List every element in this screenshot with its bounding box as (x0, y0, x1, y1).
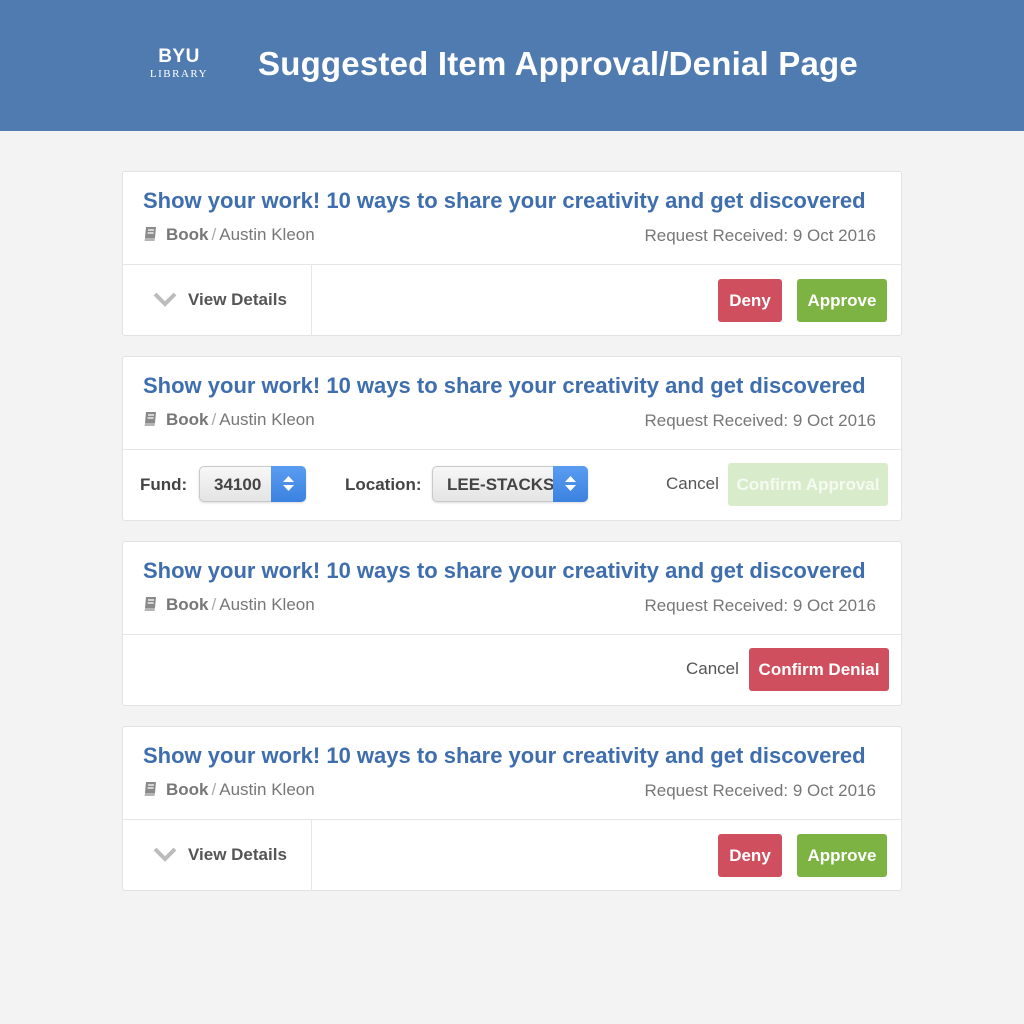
card-actions: View Details Deny Approve (123, 820, 901, 891)
item-meta: Book / Austin Kleon (143, 779, 315, 801)
meta-separator: / (211, 410, 217, 429)
cancel-button[interactable]: Cancel (686, 658, 739, 680)
item-author: Austin Kleon (219, 780, 315, 799)
item-title-link[interactable]: Show your work! 10 ways to share your cr… (143, 556, 866, 586)
fund-select-value: 34100 (214, 475, 262, 494)
logo-main-text: BYU (158, 46, 200, 67)
logo-sub-text: LIBRARY (149, 68, 209, 80)
item-title-link[interactable]: Show your work! 10 ways to share your cr… (143, 371, 866, 401)
book-icon (144, 227, 156, 241)
deny-button[interactable]: Deny (718, 834, 782, 877)
book-icon (144, 782, 156, 796)
item-type: Book (166, 780, 209, 799)
item-meta: Book / Austin Kleon (143, 594, 315, 616)
book-icon (144, 597, 156, 611)
denial-form: Cancel Confirm Denial (123, 635, 901, 705)
item-meta: Book / Austin Kleon (143, 224, 315, 246)
location-label: Location: (345, 475, 422, 494)
request-received-date: Request Received: 9 Oct 2016 (644, 411, 876, 430)
view-details-label: View Details (188, 290, 287, 309)
page-title: Suggested Item Approval/Denial Page (258, 45, 858, 82)
request-card: Show your work! 10 ways to share your cr… (122, 541, 902, 706)
view-details-label: View Details (188, 845, 287, 864)
item-title-link[interactable]: Show your work! 10 ways to share your cr… (143, 741, 866, 771)
item-type: Book (166, 225, 209, 244)
request-received-date: Request Received: 9 Oct 2016 (644, 596, 876, 615)
meta-separator: / (211, 780, 217, 799)
fund-select[interactable]: 34100 (199, 466, 306, 502)
page-header: BYU LIBRARY Suggested Item Approval/Deni… (0, 0, 1024, 131)
book-icon (144, 412, 156, 426)
confirm-denial-button[interactable]: Confirm Denial (749, 648, 889, 691)
item-type: Book (166, 410, 209, 429)
deny-button[interactable]: Deny (718, 279, 782, 322)
request-received-date: Request Received: 9 Oct 2016 (644, 226, 876, 245)
fund-label: Fund: (140, 475, 188, 494)
chevron-down-icon (153, 847, 177, 862)
item-type: Book (166, 595, 209, 614)
view-details-toggle[interactable]: View Details (123, 265, 312, 336)
item-author: Austin Kleon (219, 225, 315, 244)
request-card: Show your work! 10 ways to share your cr… (122, 356, 902, 521)
approve-button[interactable]: Approve (797, 279, 887, 322)
cancel-button[interactable]: Cancel (666, 473, 719, 495)
item-title-link[interactable]: Show your work! 10 ways to share your cr… (143, 186, 866, 216)
request-card: Show your work! 10 ways to share your cr… (122, 171, 902, 336)
card-actions: View Details Deny Approve (123, 265, 901, 336)
byu-library-logo[interactable]: BYU LIBRARY (146, 47, 212, 81)
item-author: Austin Kleon (219, 410, 315, 429)
chevron-down-icon (153, 292, 177, 307)
location-select-value: LEE-STACKS (447, 475, 555, 494)
select-arrows-icon (553, 466, 588, 502)
item-author: Austin Kleon (219, 595, 315, 614)
location-select[interactable]: LEE-STACKS (432, 466, 588, 502)
meta-separator: / (211, 225, 217, 244)
select-arrows-icon (271, 466, 306, 502)
approve-button[interactable]: Approve (797, 834, 887, 877)
item-meta: Book / Austin Kleon (143, 409, 315, 431)
approval-form: Fund: 34100 Location: LEE-STACKS Cancel … (123, 450, 901, 520)
meta-separator: / (211, 595, 217, 614)
confirm-approval-button[interactable]: Confirm Approval (728, 463, 888, 506)
request-received-date: Request Received: 9 Oct 2016 (644, 781, 876, 800)
request-card: Show your work! 10 ways to share your cr… (122, 726, 902, 891)
view-details-toggle[interactable]: View Details (123, 820, 312, 891)
